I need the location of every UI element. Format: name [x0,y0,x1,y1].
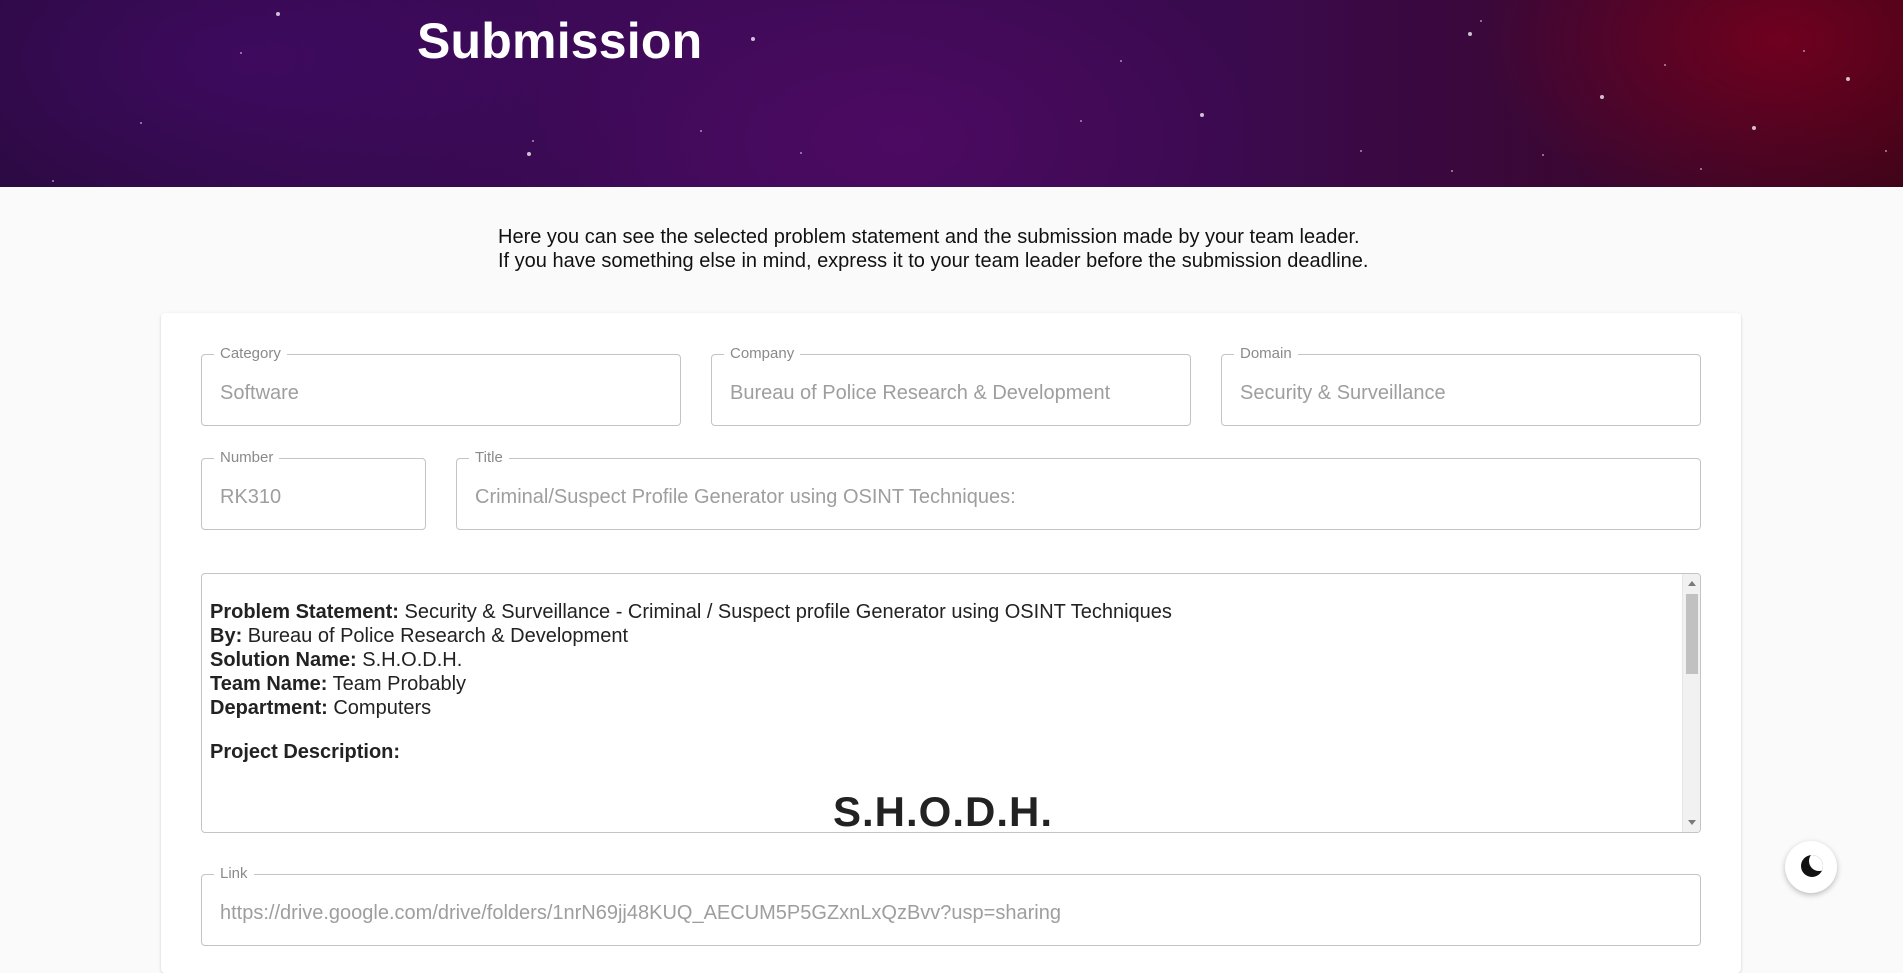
by-label: By: [210,625,243,647]
department-value: Computers [333,697,432,719]
team-name-label: Team Name: [210,673,328,695]
team-name-row: Team Name: Team Probably [210,672,1676,696]
theme-toggle-button[interactable] [1785,841,1837,893]
solution-name-row: Solution Name: S.H.O.D.H. [210,648,1676,672]
problem-statement-label: Problem Statement: [210,601,399,623]
by-row: By: Bureau of Police Research & Developm… [210,624,1676,648]
project-heading: S.H.O.D.H. [832,788,1054,833]
company-label: Company [724,345,801,363]
solution-name-value: S.H.O.D.H. [362,649,463,671]
company-value: Bureau of Police Research & Development [730,382,1111,404]
number-value: RK310 [220,486,282,508]
scrollbar-thumb[interactable] [1686,594,1698,674]
page-header-banner: Submission [0,0,1903,187]
intro-line-1: Here you can see the selected problem st… [498,226,1360,248]
by-value: Bureau of Police Research & Development [247,625,629,647]
project-description-label: Project Description: [210,741,401,763]
title-label: Title [469,449,509,467]
scroll-up-arrow-icon[interactable] [1688,581,1696,586]
intro-line-2: If you have something else in mind, expr… [498,250,1369,272]
link-field[interactable]: Link https://drive.google.com/drive/fold… [201,865,1701,946]
title-field[interactable]: Title Criminal/Suspect Profile Generator… [456,449,1701,530]
page-title: Submission [417,13,703,69]
team-name-value: Team Probably [332,673,467,695]
number-field[interactable]: Number RK310 [201,449,426,530]
submission-description-editor[interactable]: Problem Statement: Security & Surveillan… [201,573,1701,833]
editor-content: Problem Statement: Security & Surveillan… [210,600,1676,833]
title-value: Criminal/Suspect Profile Generator using… [475,486,1016,508]
category-field[interactable]: Category Software [201,345,681,426]
domain-value: Security & Surveillance [1240,382,1446,404]
department-row: Department: Computers [210,696,1676,720]
problem-statement-row: Problem Statement: Security & Surveillan… [210,600,1676,624]
problem-statement-value: Security & Surveillance - Criminal / Sus… [404,601,1172,623]
domain-field[interactable]: Domain Security & Surveillance [1221,345,1701,426]
number-label: Number [214,449,280,467]
project-description-row: Project Description: [210,740,1676,764]
solution-name-label: Solution Name: [210,649,357,671]
link-value: https://drive.google.com/drive/folders/1… [220,902,1061,924]
company-field[interactable]: Company Bureau of Police Research & Deve… [711,345,1191,426]
category-value: Software [220,382,299,404]
category-label: Category [214,345,287,363]
editor-scrollbar[interactable] [1682,574,1700,832]
domain-label: Domain [1234,345,1298,363]
intro-text: Here you can see the selected problem st… [498,225,1368,273]
scroll-down-arrow-icon[interactable] [1688,820,1696,825]
department-label: Department: [210,697,328,719]
moon-icon [1801,855,1823,877]
link-label: Link [214,865,254,883]
